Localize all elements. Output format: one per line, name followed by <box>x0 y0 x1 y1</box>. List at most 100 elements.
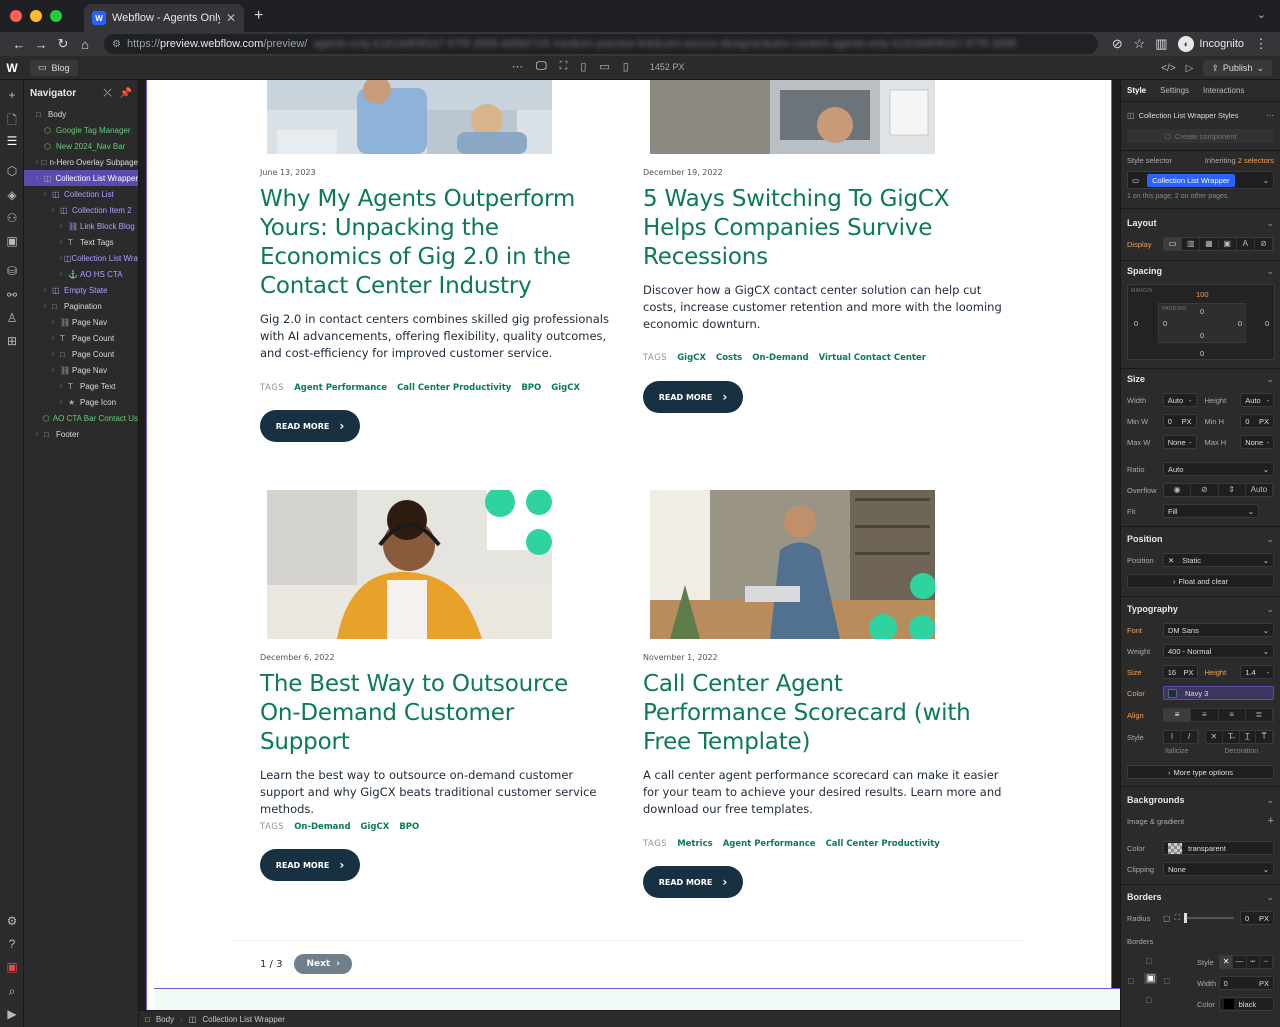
post-title[interactable]: 5 Ways Switching To GigCX Helps Companie… <box>643 185 993 272</box>
expand-toggle-icon[interactable]: › <box>52 207 60 214</box>
no-decoration-icon[interactable]: ✕ <box>1206 731 1223 743</box>
new-tab-icon[interactable]: + <box>254 7 263 25</box>
navigator-item[interactable]: › □ Page Count <box>24 346 138 362</box>
display-inline-block-icon[interactable]: ▣ <box>1219 238 1237 250</box>
blog-card-2-image[interactable] <box>650 80 935 154</box>
border-color-picker[interactable]: black <box>1218 997 1274 1011</box>
webflow-logo-icon[interactable]: W <box>0 61 24 75</box>
unit-label[interactable]: PX <box>1259 417 1269 426</box>
expand-toggle-icon[interactable]: › <box>36 175 44 182</box>
search-icon[interactable]: ⌕ <box>0 984 24 999</box>
browser-menu-icon[interactable]: ⋮ <box>1250 36 1272 52</box>
read-more-button[interactable]: READ MORE › <box>643 381 743 413</box>
expand-toggle-icon[interactable]: › <box>52 367 60 374</box>
radius-all-icon[interactable]: ▢ <box>1163 914 1171 923</box>
large-breakpoint-icon[interactable]: ⛶ <box>560 60 568 73</box>
unit-label[interactable]: PX <box>1259 979 1269 988</box>
margin-left-value[interactable]: 0 <box>1134 319 1138 328</box>
selector-pill[interactable]: Collection List Wrapper <box>1147 173 1235 187</box>
border-dotted-icon[interactable]: ┈ <box>1260 956 1273 968</box>
expand-toggle-icon[interactable]: › <box>60 383 68 390</box>
ratio-select[interactable]: Auto ⌄ <box>1163 462 1274 476</box>
margin-bottom-value[interactable]: 0 <box>1200 349 1204 358</box>
backgrounds-section-header[interactable]: Backgrounds ⌄ <box>1127 795 1274 806</box>
expand-toggle-icon[interactable]: › <box>52 335 60 342</box>
size-section-header[interactable]: Size ⌄ <box>1127 374 1274 385</box>
tag-link[interactable]: Call Center Productivity <box>826 839 940 849</box>
bookmark-star-icon[interactable]: ☆ <box>1128 36 1150 52</box>
pin-icon[interactable]: 📌 <box>120 88 132 99</box>
bg-color-picker[interactable]: transparent <box>1163 841 1274 855</box>
tag-link[interactable]: GigCX <box>361 822 390 832</box>
overline-icon[interactable]: T̅ <box>1256 731 1273 743</box>
navigator-item[interactable]: › ⛓ Link Block Blog <box>24 218 138 234</box>
video-icon[interactable]: ▶ <box>0 1007 24 1021</box>
align-justify-icon[interactable]: ≣ <box>1246 709 1273 721</box>
overflow-visible-icon[interactable]: ◉ <box>1164 484 1192 496</box>
font-select[interactable]: DM Sans ⌄ <box>1163 623 1274 637</box>
breadcrumb-body[interactable]: Body <box>156 1015 174 1024</box>
font-size-input[interactable]: 16 PX <box>1162 665 1199 679</box>
blog-card-3-image[interactable] <box>267 490 552 639</box>
address-bar[interactable]: ⚙ https://preview.webflow.com/preview/ag… <box>104 34 1099 54</box>
spacing-section-header[interactable]: Spacing ⌄ <box>1127 266 1274 277</box>
overflow-scroll-icon[interactable]: ⇕ <box>1219 484 1246 496</box>
navigator-item[interactable]: › □ Footer <box>24 426 138 442</box>
zoom-window-button[interactable] <box>50 10 62 22</box>
clipping-select[interactable]: None ⌄ <box>1163 862 1274 876</box>
expand-toggle-icon[interactable]: › <box>44 287 52 294</box>
tag-link[interactable]: Agent Performance <box>294 383 387 393</box>
browser-tab-active[interactable]: W Webflow - Agents Only Websit ✕ <box>84 4 244 32</box>
borders-section-header[interactable]: Borders ⌄ <box>1127 892 1274 903</box>
incognito-badge[interactable]: ◐ Incognito <box>1178 36 1244 52</box>
tag-link[interactable]: On-Demand <box>294 822 350 832</box>
border-dashed-icon[interactable]: ┅ <box>1247 956 1260 968</box>
inheriting-count[interactable]: 2 selectors <box>1238 156 1274 165</box>
max-width-input[interactable]: None - <box>1162 435 1197 449</box>
regular-text-icon[interactable]: I <box>1164 731 1181 743</box>
navigator-icon[interactable]: ☰ <box>0 134 24 148</box>
weight-select[interactable]: 400 - Normal ⌄ <box>1163 644 1274 658</box>
read-more-button[interactable]: READ MORE › <box>260 849 360 881</box>
minimize-window-button[interactable] <box>30 10 42 22</box>
tag-link[interactable]: Costs <box>716 353 742 363</box>
help-icon[interactable]: ? <box>0 937 24 951</box>
radius-slider[interactable] <box>1184 913 1234 923</box>
radius-slider-handle[interactable] <box>1184 913 1188 923</box>
logic-icon[interactable]: ⚯ <box>0 288 24 302</box>
desktop-breakpoint-icon[interactable]: 🖵 <box>536 60 547 73</box>
margin-right-value[interactable]: 0 <box>1265 319 1269 328</box>
navigator-item[interactable]: › ◫ Collection List Wrapper <box>24 170 138 186</box>
users-icon[interactable]: ♙ <box>0 311 24 325</box>
more-options-icon[interactable]: ⋯ <box>1266 111 1274 120</box>
color-picker[interactable]: Navy 3 <box>1163 686 1274 700</box>
layout-section-header[interactable]: Layout ⌄ <box>1127 218 1274 229</box>
navigator-item[interactable]: › ◫ Collection Item 2 <box>24 202 138 218</box>
align-center-icon[interactable]: ≡ <box>1191 709 1219 721</box>
blog-card-4-image[interactable] <box>650 490 935 639</box>
border-all-icon[interactable]: ▣ <box>1144 973 1158 984</box>
tag-link[interactable]: On-Demand <box>752 353 808 363</box>
post-title[interactable]: Why My Agents Outperform Yours: Unpackin… <box>260 185 610 301</box>
selector-state-icon[interactable]: ▭ <box>1132 176 1139 185</box>
float-clear-button[interactable]: › Float and clear <box>1127 574 1274 588</box>
border-right-icon[interactable]: □ <box>1164 976 1169 986</box>
variables-icon[interactable]: ◈ <box>0 188 24 202</box>
navigator-item[interactable]: › T Page Text <box>24 378 138 394</box>
navigator-item[interactable]: › □ n-Hero Overlay Subpage <box>24 154 138 170</box>
create-component-button[interactable]: ⬡ Create component <box>1127 129 1274 143</box>
add-background-icon[interactable]: + <box>1268 815 1274 827</box>
display-inline-icon[interactable]: A <box>1237 238 1255 250</box>
navigator-item[interactable]: › ◫ Collection List Wra <box>24 250 138 266</box>
mobile-portrait-icon[interactable]: ▯ <box>623 60 629 73</box>
tag-link[interactable]: Virtual Contact Center <box>819 353 926 363</box>
close-window-button[interactable] <box>10 10 22 22</box>
expand-toggle-icon[interactable]: › <box>52 319 60 326</box>
code-icon[interactable]: </> <box>1161 63 1175 74</box>
add-elements-icon[interactable]: + <box>0 88 24 102</box>
navigator-item[interactable]: › ⛓ Page Nav <box>24 314 138 330</box>
collapse-all-icon[interactable]: ⤫ <box>104 88 112 99</box>
read-more-button[interactable]: READ MORE › <box>260 410 360 442</box>
selector-field[interactable]: ▭ Collection List Wrapper ⌄ <box>1127 171 1274 189</box>
navigator-item[interactable]: ⬡ AO CTA Bar Contact Us <box>24 410 138 426</box>
